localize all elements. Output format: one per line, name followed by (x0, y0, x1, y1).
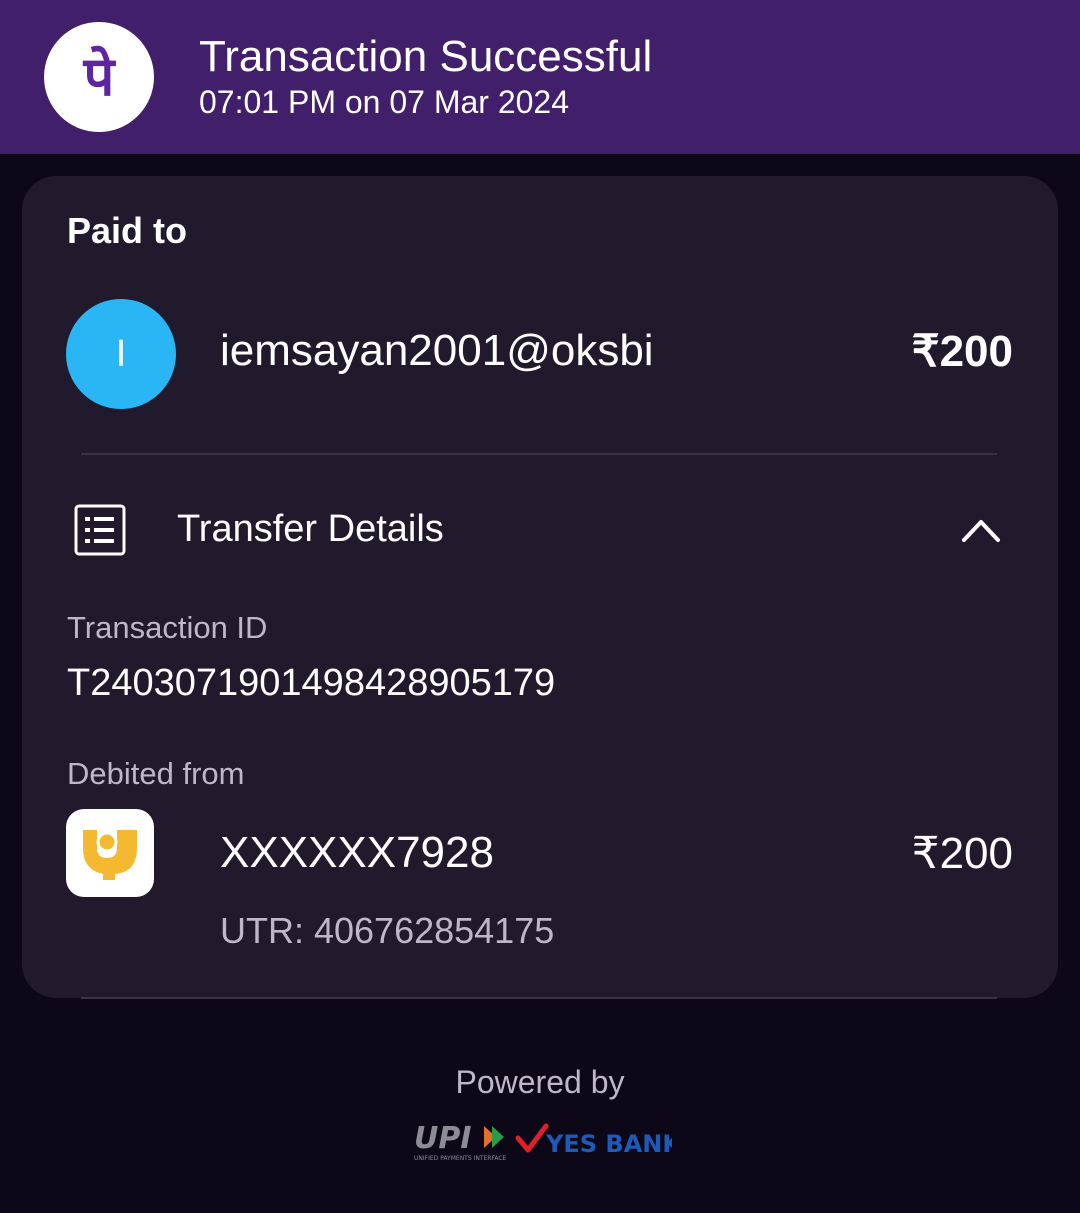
transaction-timestamp: 07:01 PM on 07 Mar 2024 (199, 84, 570, 120)
paid-amount: ₹200 (911, 327, 1013, 376)
svg-text:UPI: UPI (414, 1121, 472, 1156)
divider (81, 997, 997, 999)
transaction-status-title: Transaction Successful (199, 32, 653, 81)
yes-bank-logo-icon: YES BANK (515, 1123, 672, 1158)
svg-text:UNIFIED PAYMENTS INTERFACE: UNIFIED PAYMENTS INTERFACE (414, 1155, 507, 1162)
payee-avatar-initial: I (115, 332, 127, 375)
pnb-bank-logo-icon (66, 809, 154, 897)
paid-to-label: Paid to (67, 210, 188, 251)
payee-avatar[interactable]: I (66, 299, 176, 409)
debited-from-label: Debited from (67, 756, 245, 791)
upi-yesbank-logo: UPI UNIFIED PAYMENTS INTERFACE YES BANK (414, 1121, 672, 1162)
phonepe-logo-icon: पे (44, 22, 154, 132)
chevron-up-icon[interactable] (960, 512, 1002, 548)
debited-amount: ₹200 (911, 829, 1013, 878)
powered-by-label: Powered by (455, 1064, 625, 1100)
transaction-id-value[interactable]: T2403071901498428905179 (67, 662, 555, 705)
upi-logo-icon: UPI UNIFIED PAYMENTS INTERFACE (414, 1121, 507, 1162)
header-bar: पे Transaction Successful 07:01 PM on 07… (0, 0, 1080, 154)
transfer-details-title[interactable]: Transfer Details (177, 508, 444, 551)
account-number: XXXXXX7928 (220, 828, 494, 877)
divider (81, 453, 997, 455)
utr-number[interactable]: UTR: 406762854175 (220, 910, 554, 952)
transaction-id-label: Transaction ID (67, 610, 268, 645)
transaction-card (22, 176, 1058, 998)
svg-text:पे: पे (83, 45, 117, 108)
svg-text:YES BANK: YES BANK (545, 1130, 672, 1158)
receipt-list-icon (74, 504, 126, 556)
payee-upi-id: iemsayan2001@oksbi (220, 326, 654, 375)
